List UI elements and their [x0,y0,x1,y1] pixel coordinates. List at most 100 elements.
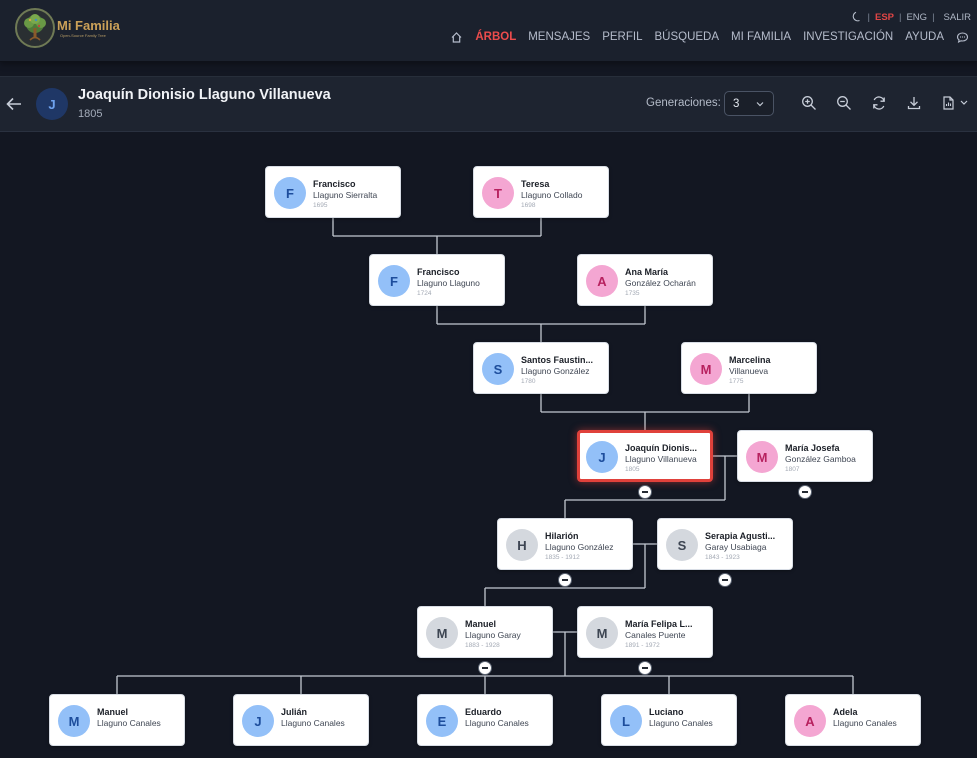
minus-bar [562,579,568,581]
lang-eng-link[interactable]: ENG [906,12,927,23]
person-card[interactable]: M María Josefa González Gamboa 1807 [737,430,873,482]
minus-bar [802,491,808,493]
person-first-name: Santos Faustin... [521,355,594,365]
generations-label: Generaciones: [646,97,721,109]
person-last-name: Llaguno Canales [833,718,897,728]
collapse-minus-icon[interactable] [558,573,572,587]
person-first-name: Manuel [465,619,497,629]
collapse-minus-icon[interactable] [718,573,732,587]
person-first-name: Manuel [97,707,129,717]
person-last-name: Llaguno González [545,542,614,552]
person-first-name: María Felipa L... [625,619,693,629]
zoom-in-icon[interactable] [801,95,817,111]
person-avatar: F [274,177,306,209]
person-last-name: Llaguno Canales [465,718,529,728]
nav-perfil[interactable]: PERFIL [602,31,642,43]
person-years: 1775 [729,378,744,385]
person-first-name: Hilarión [545,531,579,541]
person-first-name: Marcelina [729,355,771,365]
person-card[interactable]: A Ana María González Ocharán 1735 [577,254,713,306]
person-first-name: Ana María [625,267,669,277]
brand-title[interactable]: Mi Familia [57,18,120,33]
person-first-name: Teresa [521,179,550,189]
nav-ayuda[interactable]: AYUDA [905,31,944,43]
person-avatar: M [586,617,618,649]
person-last-name: González Gamboa [785,454,856,464]
person-first-name: Julián [281,707,308,717]
collapse-minus-icon[interactable] [478,661,492,675]
nav-busqueda[interactable]: BÚSQUEDA [654,31,719,43]
person-avatar: M [690,353,722,385]
person-card[interactable]: L Luciano Llaguno Canales [601,694,737,746]
person-card[interactable]: M Marcelina Villanueva 1775 [681,342,817,394]
person-years: 1695 [313,202,328,209]
person-years: 1891 - 1972 [625,642,660,649]
person-last-name: Llaguno Canales [97,718,161,728]
refresh-icon[interactable] [871,95,887,111]
person-avatar: S [666,529,698,561]
person-last-name: Llaguno Llaguno [417,278,480,288]
person-years: 1735 [625,290,640,297]
person-card[interactable]: S Santos Faustin... Llaguno González 1780 [473,342,609,394]
person-years: 1698 [521,202,536,209]
back-arrow-icon[interactable] [5,95,23,113]
download-icon[interactable] [906,95,922,111]
person-card[interactable]: M Manuel Llaguno Garay 1883 - 1928 [417,606,553,658]
person-card[interactable]: T Teresa Llaguno Collado 1698 [473,166,609,218]
person-last-name: Llaguno Sierralta [313,190,378,200]
person-last-name: Canales Puente [625,630,686,640]
person-last-name: Villanueva [729,366,769,376]
person-years: 1807 [785,466,800,473]
person-card[interactable]: A Adela Llaguno Canales [785,694,921,746]
person-card[interactable]: S Serapia Agusti... Garay Usabiaga 1843 - 1… [657,518,793,570]
nav-mensajes[interactable]: MENSAJES [528,31,590,43]
person-card[interactable]: H Hilarión Llaguno González 1835 - 1912 [497,518,633,570]
export-icon[interactable] [941,95,969,111]
person-card-selected[interactable]: J Joaquín Dionis... Llaguno Villanueva 1805 [577,430,713,482]
lang-esp-link[interactable]: ESP [875,12,894,23]
home-icon[interactable] [450,31,463,44]
chevron-down-icon [755,99,765,109]
person-years: 1843 - 1923 [705,554,740,561]
person-card[interactable]: F Francisco Llaguno Llaguno 1724 [369,254,505,306]
person-years: 1835 - 1912 [545,554,580,561]
minus-bar [642,491,648,493]
person-avatar: J [586,441,618,473]
person-card[interactable]: F Francisco Llaguno Sierralta 1695 [265,166,401,218]
collapse-minus-icon[interactable] [798,485,812,499]
separator: | [932,11,935,23]
logout-link[interactable]: SALIR [944,12,971,23]
brand-subtitle: Open-Source Family Tree [60,33,106,38]
collapse-minus-icon[interactable] [638,661,652,675]
generations-select[interactable]: 3 [724,91,774,116]
person-toolbar: J Joaquín Dionisio Llaguno Villanueva 18… [0,76,977,132]
person-year: 1805 [78,108,103,120]
person-card[interactable]: M Manuel Llaguno Canales [49,694,185,746]
collapse-minus-icon[interactable] [638,485,652,499]
minus-bar [482,667,488,669]
person-first-name: Adela [833,707,858,717]
dark-mode-icon[interactable] [851,11,863,23]
person-years: 1883 - 1928 [465,642,500,649]
chat-icon[interactable] [956,31,969,44]
family-tree-canvas[interactable]: F Francisco Llaguno Sierralta 1695 T Teresa Ll… [0,133,977,758]
zoom-out-icon[interactable] [836,95,852,111]
person-avatar: E [426,705,458,737]
person-avatar: T [482,177,514,209]
person-avatar: F [378,265,410,297]
generations-value: 3 [733,97,740,110]
nav-investigacion[interactable]: INVESTIGACIÓN [803,31,893,43]
person-last-name: Llaguno Villanueva [625,454,697,464]
person-card[interactable]: M María Felipa L... Canales Puente 1891 - 1… [577,606,713,658]
nav-mi-familia[interactable]: MI FAMILIA [731,31,791,43]
family-tree-logo-icon[interactable] [15,8,55,48]
person-avatar: A [794,705,826,737]
separator: | [899,11,902,23]
person-card[interactable]: J Julián Llaguno Canales [233,694,369,746]
person-first-name: María Josefa [785,443,840,453]
person-card[interactable]: E Eduardo Llaguno Canales [417,694,553,746]
nav-arbol[interactable]: ÁRBOL [475,31,516,43]
person-first-name: Eduardo [465,707,502,717]
person-years: 1805 [625,466,640,473]
person-avatar: L [610,705,642,737]
